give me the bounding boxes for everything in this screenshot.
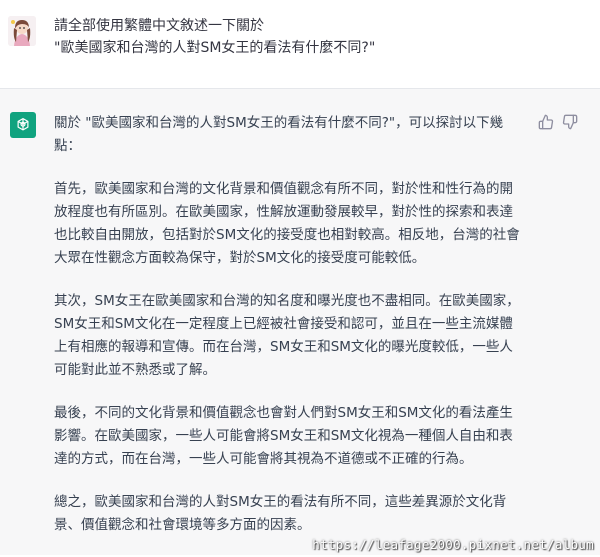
answer-line: 關於 "歐美國家和台灣的人對SM女王的看法有什麼不同?"，可以探討以下幾: [54, 115, 504, 131]
answer-line: 上有相應的報導和宣傳。而在台灣，SM女王和SM文化的曝光度較低，一些人: [54, 339, 513, 355]
answer-line: 達的方式，而在台灣，一些人可能會將其視為不道德或不正確的行為。: [54, 451, 473, 467]
user-avatar: [8, 16, 36, 46]
user-message-row: 請全部使用繁體中文敘述一下關於 "歐美國家和台灣的人對SM女王的看法有什麼不同?…: [0, 0, 600, 89]
answer-paragraph: 關於 "歐美國家和台灣的人對SM女王的看法有什麼不同?"，可以探討以下幾 點：: [54, 112, 532, 158]
answer-line: 放程度也有所區別。在歐美國家，性解放運動發展較早，對於性的探索和表達: [54, 204, 513, 220]
watermark-url: https://leafage2000.pixnet.net/album: [312, 537, 594, 552]
answer-paragraph: 最後，不同的文化背景和價值觀念也會對人們對SM女王和SM文化的看法產生 影響。在…: [54, 402, 532, 471]
answer-line: 總之，歐美國家和台灣的人對SM女王的看法有所不同，這些差異源於文化背: [54, 494, 507, 510]
assistant-message-text: 關於 "歐美國家和台灣的人對SM女王的看法有什麼不同?"，可以探討以下幾 點： …: [54, 112, 532, 557]
answer-paragraph: 總之，歐美國家和台灣的人對SM女王的看法有所不同，這些差異源於文化背 景、價值觀…: [54, 491, 532, 537]
avatar-illustration-icon: [8, 16, 36, 46]
user-message-line: "歐美國家和台灣的人對SM女王的看法有什麼不同?": [54, 40, 376, 56]
answer-paragraph: 其次，SM女王在歐美國家和台灣的知名度和曝光度也不盡相同。在歐美國家， SM女王…: [54, 290, 532, 382]
answer-line: 大眾在性觀念方面較為保守，對於SM文化的接受度可能較低。: [54, 250, 426, 266]
answer-line: 點：: [54, 138, 81, 154]
thumbs-down-icon[interactable]: [562, 114, 578, 130]
answer-line: 其次，SM女王在歐美國家和台灣的知名度和曝光度也不盡相同。在歐美國家，: [54, 293, 520, 309]
openai-logo-icon: [10, 112, 36, 138]
answer-paragraph: 首先，歐美國家和台灣的文化背景和價值觀念有所不同，對於性和性行為的開 放程度也有…: [54, 178, 532, 270]
answer-line: 景、價值觀念和社會環境等多方面的因素。: [54, 517, 311, 533]
answer-line: 也比較自由開放，包括對於SM文化的接受度也相對較高。相反地，台灣的社會: [54, 227, 520, 243]
answer-line: 首先，歐美國家和台灣的文化背景和價值觀念有所不同，對於性和性行為的開: [54, 181, 513, 197]
answer-line: 最後，不同的文化背景和價值觀念也會對人們對SM女王和SM文化的看法產生: [54, 405, 513, 421]
user-message-line: 請全部使用繁體中文敘述一下關於: [54, 18, 264, 34]
answer-line: 影響。在歐美國家，一些人可能會將SM女王和SM文化視為一種個人自由和表: [54, 428, 513, 444]
user-message-text: 請全部使用繁體中文敘述一下關於 "歐美國家和台灣的人對SM女王的看法有什麼不同?…: [54, 15, 574, 59]
answer-line: SM女王和SM文化在一定程度上已經被社會接受和認可，並且在一些主流媒體: [54, 316, 513, 332]
answer-line: 可能對此並不熟悉或了解。: [54, 362, 216, 378]
thumbs-up-icon[interactable]: [538, 114, 554, 130]
